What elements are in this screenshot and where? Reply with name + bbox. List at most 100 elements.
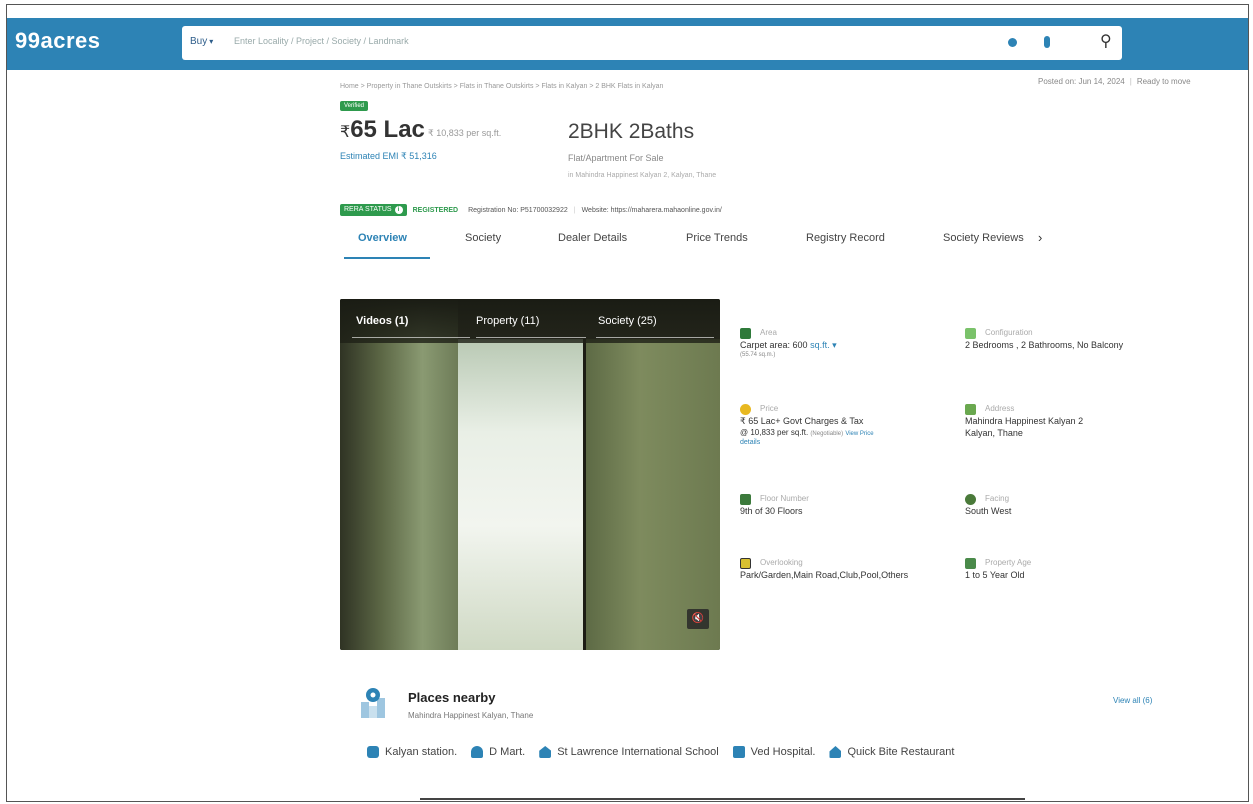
posted-info: Posted on: Jun 14, 2024 | Ready to move (1038, 77, 1191, 86)
train-icon (367, 746, 379, 758)
search-bar[interactable]: Buy ▾ Enter Locality / Project / Society … (182, 26, 1122, 60)
place-item[interactable]: Ved Hospital. (732, 746, 816, 758)
price-value: 65 Lac (350, 116, 425, 143)
place-item[interactable]: Kalyan station. (367, 746, 457, 758)
media-tab-society[interactable]: Society (25) (598, 315, 657, 327)
price-details-link[interactable]: details (740, 439, 760, 446)
info-icon[interactable]: i (394, 206, 403, 214)
buy-dropdown[interactable]: Buy ▾ (190, 36, 213, 47)
place-label: Ved Hospital. (750, 746, 816, 758)
video-frame-left (340, 299, 458, 650)
media-gallery[interactable]: Videos (1) Property (11) Society (25) 🔇 (340, 299, 720, 650)
detail-label: Property Age (985, 558, 1032, 567)
places-nearby-subtitle: Mahindra Happinest Kalyan, Thane (408, 711, 534, 720)
rera-website[interactable]: Website: https://maharera.mahaonline.gov… (582, 207, 722, 214)
places-nearby-title: Places nearby (408, 690, 496, 705)
detail-label: Overlooking (760, 558, 803, 567)
place-label: Kalyan station. (385, 746, 458, 758)
price-tag-icon (740, 404, 751, 415)
rera-registration-no: Registration No: P51700032922 (468, 206, 568, 214)
detail-label: Area (760, 328, 777, 337)
detail-label: Configuration (985, 328, 1033, 337)
overlooking-icon (740, 558, 751, 569)
tab-society[interactable]: Society (465, 232, 501, 244)
media-tabs-bar: Videos (1) Property (11) Society (25) (340, 299, 720, 343)
place-label: Quick Bite Restaurant (847, 746, 955, 758)
property-details: Area Carpet area: 600 sq.ft. ▾ (55.74 sq… (720, 322, 1175, 642)
mute-icon[interactable]: 🔇 (687, 609, 709, 629)
emi-link[interactable]: Estimated EMI ₹ 51,316 (340, 151, 437, 162)
area-unit-dropdown[interactable]: sq.ft. (810, 340, 830, 350)
place-item[interactable]: Quick Bite Restaurant (829, 746, 954, 758)
top-navbar: 99acres Buy ▾ Enter Locality / Project / … (7, 18, 1248, 70)
view-all-places-link[interactable]: View all (6) (1113, 696, 1152, 705)
places-list: Kalyan station. D Mart. St Lawrence Inte… (367, 743, 968, 761)
tab-price-trends[interactable]: Price Trends (686, 232, 748, 244)
detail-label: Floor Number (760, 494, 809, 503)
divider: | (1129, 77, 1132, 86)
video-frame-right (586, 339, 720, 650)
compass-icon (965, 494, 976, 505)
area-sqm: (55.74 sq.m.) (740, 352, 776, 358)
tab-registry-record[interactable]: Registry Record (806, 232, 885, 244)
buy-dropdown-label: Buy (190, 36, 208, 47)
verified-badge: Verified (340, 101, 369, 111)
media-tab-underline (352, 337, 470, 338)
floor-icon (740, 494, 751, 505)
calendar-icon (965, 558, 976, 569)
posted-date: Posted on: Jun 14, 2024 (1038, 77, 1125, 86)
microphone-icon[interactable] (1044, 36, 1050, 48)
detail-value: South West (965, 506, 1012, 516)
listing-price: ₹65 Lac (340, 116, 425, 144)
tab-society-reviews[interactable]: Society Reviews (943, 232, 1024, 244)
listing-locality: in Mahindra Happinest Kalyan 2, Kalyan, … (568, 172, 717, 179)
ready-to-move: Ready to move (1136, 77, 1191, 86)
search-icon[interactable]: ⚲ (1100, 31, 1112, 51)
video-frame-edge (583, 339, 586, 650)
shopping-icon (471, 746, 484, 758)
detail-label: Address (985, 404, 1015, 413)
media-tab-property[interactable]: Property (11) (476, 315, 539, 327)
tab-overview[interactable]: Overview (358, 232, 407, 244)
detail-value: Carpet area: 600 sq.ft. ▾ (740, 340, 837, 351)
tab-dealer-details[interactable]: Dealer Details (558, 232, 627, 244)
view-price-link[interactable]: View Price (845, 431, 873, 437)
price-per-sqft: ₹ 10,833 per sq.ft. (428, 128, 502, 138)
rera-registered: REGISTERED (412, 206, 459, 214)
area-value: Carpet area: 600 (740, 340, 808, 350)
chevron-down-icon[interactable]: ▾ (830, 340, 837, 350)
hospital-icon (732, 746, 745, 758)
detail-value-2: @ 10,833 per sq.ft. (Negotiable) View Pr… (740, 428, 874, 437)
location-icon[interactable] (1008, 38, 1017, 47)
video-frame-center (458, 339, 586, 650)
school-icon (539, 746, 552, 758)
listing-subtitle: Flat/Apartment For Sale (568, 153, 664, 163)
place-item[interactable]: St Lawrence International School (539, 746, 719, 758)
place-label: St Lawrence International School (557, 746, 719, 758)
address-icon (965, 404, 976, 415)
media-tab-underline (596, 337, 714, 338)
detail-label: Price (760, 404, 779, 413)
detail-value: 9th of 30 Floors (740, 506, 803, 516)
chevron-right-icon[interactable]: › (1038, 230, 1042, 245)
bed-icon (965, 328, 976, 339)
site-logo[interactable]: 99acres (15, 28, 100, 54)
media-tab-underline (476, 337, 586, 338)
place-item[interactable]: D Mart. (471, 746, 525, 758)
detail-value: Mahindra Happinest Kalyan 2 (965, 416, 1084, 426)
negotiable-label: (Negotiable) (810, 431, 844, 437)
price-per-sqft-detail: @ 10,833 per sq.ft. (740, 428, 809, 437)
currency-symbol: ₹ (340, 124, 351, 141)
area-icon (740, 328, 751, 339)
rera-status-badge[interactable]: RERA STATUS i (340, 204, 407, 216)
map-pin-icon (359, 686, 387, 720)
chevron-down-icon: ▾ (209, 37, 214, 46)
breadcrumb[interactable]: Home > Property in Thane Outskirts > Fla… (340, 83, 663, 90)
detail-value-2: Kalyan, Thane (965, 428, 1023, 438)
search-input[interactable]: Enter Locality / Project / Society / Lan… (234, 36, 409, 46)
active-tab-indicator (344, 257, 430, 259)
detail-value: ₹ 65 Lac+ Govt Charges & Tax (740, 416, 864, 426)
detail-label: Facing (985, 494, 1010, 503)
restaurant-icon (829, 746, 842, 758)
media-tab-videos[interactable]: Videos (1) (356, 315, 408, 327)
